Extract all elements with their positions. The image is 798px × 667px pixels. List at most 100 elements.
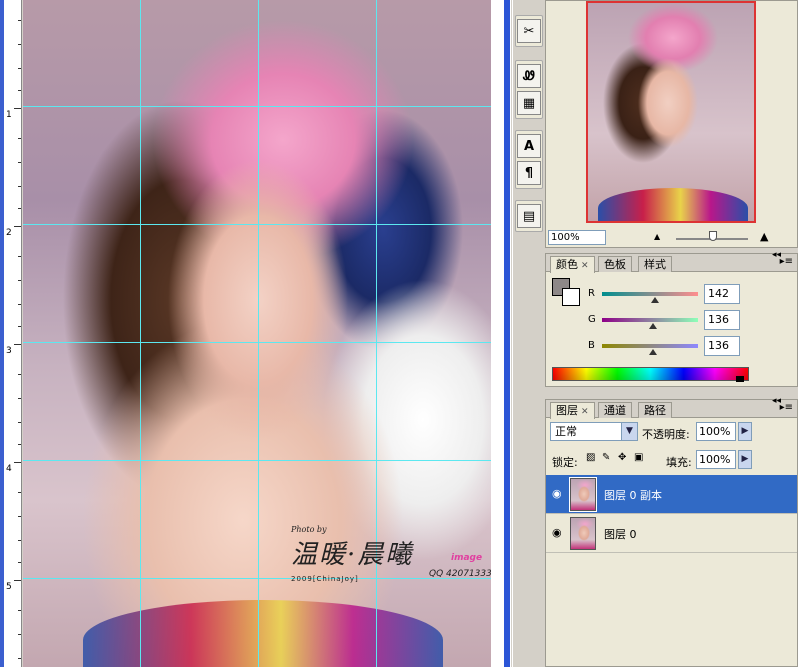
color-panel: 颜色 ✕ 色板 样式 ◂◂ ▸≡ R 142 G 136 B 136 bbox=[545, 250, 798, 387]
tab-label: 颜色 bbox=[556, 258, 578, 271]
document-canvas[interactable]: Photo by 温暖·晨曦 image QQ 42071333 2009[Ch… bbox=[23, 0, 491, 667]
fill-arrow-icon[interactable]: ▶ bbox=[738, 450, 752, 469]
guide-line[interactable] bbox=[23, 224, 491, 225]
guide-line[interactable] bbox=[23, 342, 491, 343]
watermark-image-text: image bbox=[451, 553, 483, 563]
channel-label-g: G bbox=[588, 314, 596, 325]
tab-paths[interactable]: 路径 bbox=[638, 402, 672, 418]
layer-row[interactable]: ◉ 图层 0 bbox=[546, 514, 797, 553]
ruler-number: 4 bbox=[6, 464, 12, 474]
channel-knob-r[interactable] bbox=[651, 297, 660, 303]
channel-value-g[interactable]: 136 bbox=[704, 310, 740, 330]
opacity-arrow-icon[interactable]: ▶ bbox=[738, 422, 752, 441]
zoom-slider-knob[interactable] bbox=[709, 231, 717, 241]
zoom-out-icon[interactable]: ▲ bbox=[654, 232, 660, 241]
navigator-thumbnail[interactable] bbox=[586, 1, 756, 223]
background-color-swatch[interactable] bbox=[562, 288, 580, 306]
watermark-qq: QQ 42071333 bbox=[429, 569, 491, 579]
fill-field[interactable]: 100% bbox=[696, 450, 736, 469]
guide-line[interactable] bbox=[23, 460, 491, 461]
ruler-number: 1 bbox=[6, 110, 12, 120]
ruler-tick bbox=[14, 226, 21, 227]
clone-stamp-icon[interactable]: ✂ bbox=[517, 19, 541, 43]
tab-layers[interactable]: 图层 ✕ bbox=[550, 402, 595, 419]
layers-panel-tabs: 图层 ✕ 通道 路径 ◂◂ ▸≡ bbox=[546, 396, 797, 419]
layer-row[interactable]: ◉ 图层 0 副本 bbox=[546, 475, 797, 514]
blend-mode-value: 正常 bbox=[555, 425, 577, 438]
ruler-tick bbox=[18, 162, 21, 163]
lock-position-icon[interactable]: ✥ bbox=[618, 452, 626, 463]
channel-value-r[interactable]: 142 bbox=[704, 284, 740, 304]
tab-color[interactable]: 颜色 ✕ bbox=[550, 256, 595, 273]
layer-name: 图层 0 副本 bbox=[604, 489, 662, 502]
tab-label: 路径 bbox=[644, 404, 666, 417]
layer-comps-icon[interactable]: ▤ bbox=[517, 204, 541, 228]
channel-knob-g[interactable] bbox=[649, 323, 658, 329]
tab-channels[interactable]: 通道 bbox=[598, 402, 632, 418]
channel-slider-b[interactable] bbox=[602, 344, 698, 348]
ruler-tick bbox=[18, 374, 21, 375]
watermark-photo-by: Photo by bbox=[291, 525, 327, 534]
zoom-in-icon[interactable]: ▲ bbox=[760, 230, 768, 243]
history-brush-icon[interactable]: Ꮺ bbox=[517, 64, 541, 88]
black-white-swatch[interactable] bbox=[736, 376, 744, 382]
thumbnail-costume-band bbox=[598, 188, 748, 221]
channel-slider-g[interactable] bbox=[602, 318, 698, 322]
ruler-tick bbox=[18, 20, 21, 21]
tool-group: Ꮺ ▦ bbox=[515, 60, 543, 119]
color-spectrum-bar[interactable] bbox=[552, 367, 749, 381]
ruler-tick bbox=[18, 422, 21, 423]
layer-thumbnail bbox=[569, 477, 597, 512]
panel-menu-icon[interactable]: ▸≡ bbox=[780, 402, 793, 413]
eye-icon[interactable]: ◉ bbox=[552, 526, 562, 539]
ruler-tick bbox=[18, 256, 21, 257]
window-edge bbox=[504, 0, 510, 667]
ruler-tick bbox=[18, 398, 21, 399]
paragraph-icon[interactable]: ¶ bbox=[517, 161, 541, 185]
ruler-number: 2 bbox=[6, 228, 12, 238]
tab-styles[interactable]: 样式 bbox=[638, 256, 672, 272]
lock-label: 锁定: bbox=[552, 456, 578, 469]
panel-menu-icon[interactable]: ▸≡ bbox=[780, 256, 793, 267]
type-icon[interactable]: A bbox=[517, 134, 541, 158]
close-icon[interactable]: ✕ bbox=[581, 261, 589, 271]
ruler-tick bbox=[18, 208, 21, 209]
ruler-number: 5 bbox=[6, 582, 12, 592]
opacity-label: 不透明度: bbox=[642, 428, 690, 441]
layers-panel-body: 正常 ▼ 不透明度: 100% ▶ 锁定: ▨ ✎ ✥ ▣ 填充: 100% ▶… bbox=[546, 418, 797, 666]
window-border bbox=[491, 0, 511, 667]
fill-label: 填充: bbox=[666, 456, 692, 469]
ruler-tick bbox=[18, 516, 21, 517]
ruler-tick bbox=[18, 138, 21, 139]
channel-label-b: B bbox=[588, 340, 595, 351]
guide-line[interactable] bbox=[23, 106, 491, 107]
guide-line[interactable] bbox=[140, 0, 141, 667]
eye-icon[interactable]: ◉ bbox=[552, 487, 562, 500]
photoshop-window: 1 2 3 4 5 Photo by 温暖·晨曦 image QQ 420713… bbox=[0, 0, 798, 667]
guide-line[interactable] bbox=[258, 0, 259, 667]
channel-slider-r[interactable] bbox=[602, 292, 698, 296]
ruler-tick bbox=[18, 540, 21, 541]
ruler-tick bbox=[18, 186, 21, 187]
window-edge bbox=[0, 0, 4, 667]
channel-knob-b[interactable] bbox=[649, 349, 658, 355]
watermark: Photo by 温暖·晨曦 image QQ 42071333 2009[Ch… bbox=[291, 525, 491, 583]
lock-all-icon[interactable]: ▣ bbox=[634, 452, 643, 463]
tool-group: A ¶ bbox=[515, 130, 543, 189]
ruler-tick bbox=[14, 462, 21, 463]
ruler-tick bbox=[18, 68, 21, 69]
ruler-tick bbox=[14, 344, 21, 345]
zoom-field[interactable]: 100% bbox=[548, 230, 606, 245]
vertical-ruler[interactable]: 1 2 3 4 5 bbox=[0, 0, 22, 667]
paint-bucket-icon[interactable]: ▦ bbox=[517, 91, 541, 115]
lock-transparency-icon[interactable]: ▨ bbox=[586, 452, 595, 463]
tab-swatches[interactable]: 色板 bbox=[598, 256, 632, 272]
panels-column: 100% ▲ ▲ 颜色 ✕ 色板 样式 ◂◂ ▸≡ R 142 G 136 B … bbox=[545, 0, 798, 667]
lock-image-icon[interactable]: ✎ bbox=[602, 452, 610, 463]
navigator-zoom-row: 100% ▲ ▲ bbox=[546, 228, 798, 248]
opacity-field[interactable]: 100% bbox=[696, 422, 736, 441]
blend-mode-select[interactable]: 正常 ▼ bbox=[550, 422, 638, 441]
chevron-down-icon[interactable]: ▼ bbox=[621, 423, 637, 440]
channel-value-b[interactable]: 136 bbox=[704, 336, 740, 356]
close-icon[interactable]: ✕ bbox=[581, 407, 589, 417]
